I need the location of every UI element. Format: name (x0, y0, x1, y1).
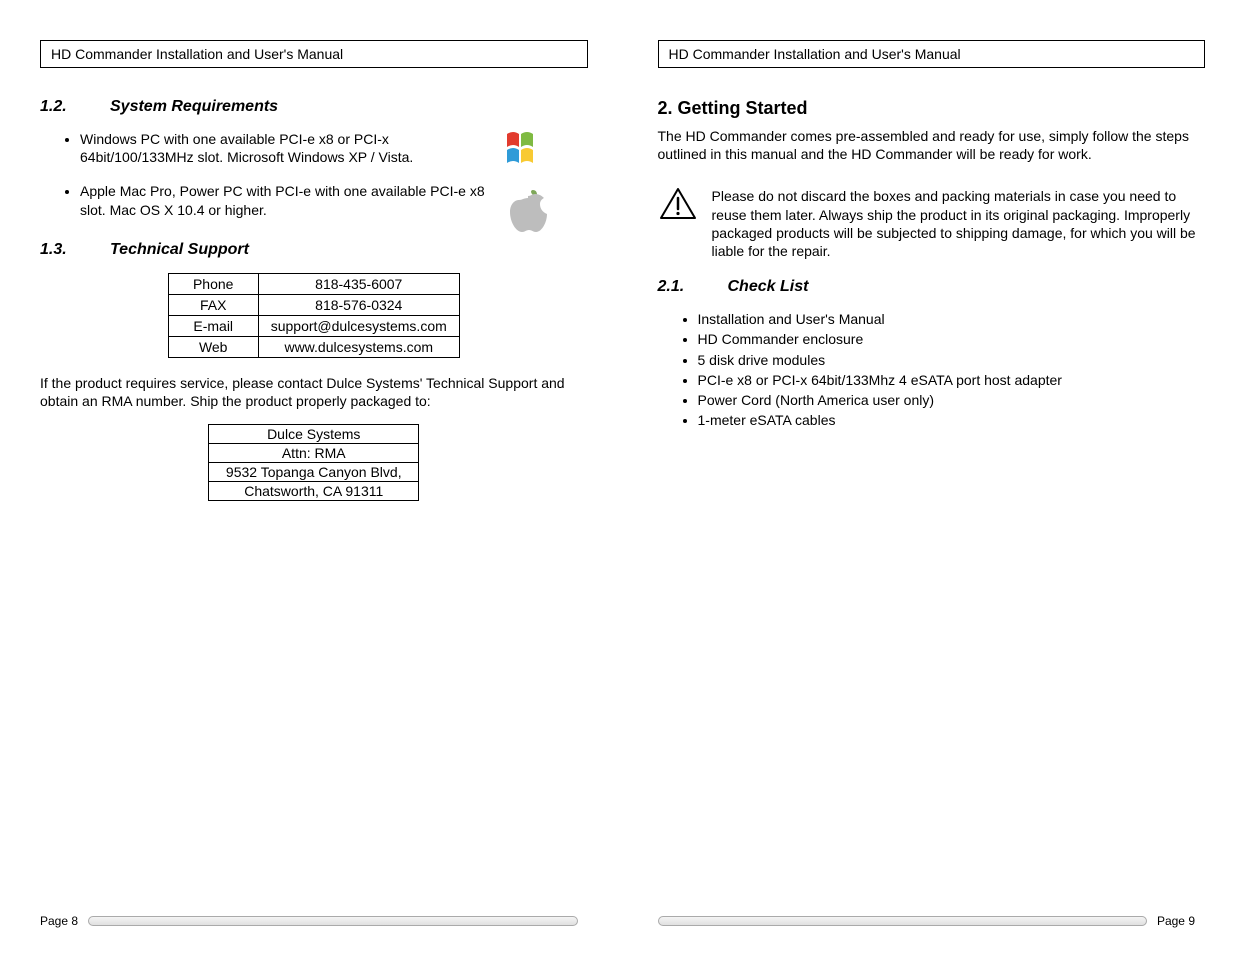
header-bar-left: HD Commander Installation and User's Man… (40, 40, 588, 68)
list-item: HD Commander enclosure (698, 330, 1206, 348)
list-item: Power Cord (North America user only) (698, 391, 1206, 409)
list-item: 1-meter eSATA cables (698, 411, 1206, 429)
os-icons-column (498, 128, 558, 234)
page-right: HD Commander Installation and User's Man… (618, 0, 1235, 954)
table-row: Dulce Systems (209, 425, 419, 444)
heading-1-2-title: System Requirements (110, 98, 278, 116)
shipping-address-table: Dulce Systems Attn: RMA 9532 Topanga Can… (208, 424, 419, 501)
table-row: E-mail support@dulcesystems.com (168, 315, 459, 336)
heading-1-2-num: 1.2. (40, 98, 110, 116)
table-row: FAX 818-576-0324 (168, 294, 459, 315)
heading-2-1-title: Check List (728, 278, 809, 296)
heading-2-1: 2.1. Check List (658, 278, 1206, 296)
address-line: Attn: RMA (209, 444, 419, 463)
page-left: HD Commander Installation and User's Man… (0, 0, 618, 954)
header-title: HD Commander Installation and User's Man… (51, 46, 343, 62)
support-label: Web (168, 336, 258, 357)
heading-2-1-num: 2.1. (658, 278, 728, 296)
table-row: Chatsworth, CA 91311 (209, 482, 419, 501)
getting-started-intro: The HD Commander comes pre-assembled and… (658, 127, 1206, 163)
support-value: support@dulcesystems.com (258, 315, 459, 336)
address-line: Dulce Systems (209, 425, 419, 444)
table-row: 9532 Topanga Canyon Blvd, (209, 463, 419, 482)
warning-callout: Please do not discard the boxes and pack… (658, 187, 1206, 260)
support-value: 818-576-0324 (258, 294, 459, 315)
apple-logo-icon (508, 188, 548, 234)
support-value: 818-435-6007 (258, 273, 459, 294)
header-title: HD Commander Installation and User's Man… (669, 46, 961, 62)
header-bar-right: HD Commander Installation and User's Man… (658, 40, 1206, 68)
list-item: PCI-e x8 or PCI-x 64bit/133Mhz 4 eSATA p… (698, 371, 1206, 389)
heading-1-3: 1.3. Technical Support (40, 241, 588, 259)
support-contact-table: Phone 818-435-6007 FAX 818-576-0324 E-ma… (168, 273, 460, 358)
windows-logo-icon (505, 128, 551, 170)
check-list: Installation and User's Manual HD Comman… (658, 310, 1206, 431)
list-item: 5 disk drive modules (698, 351, 1206, 369)
table-row: Phone 818-435-6007 (168, 273, 459, 294)
heading-1-3-num: 1.3. (40, 241, 110, 259)
rma-paragraph: If the product requires service, please … (40, 374, 588, 410)
footer-right: Page 9 (658, 914, 1196, 928)
heading-2: 2. Getting Started (658, 98, 1206, 119)
page-number: Page 9 (1157, 914, 1195, 928)
support-label: E-mail (168, 315, 258, 336)
heading-1-3-title: Technical Support (110, 241, 249, 259)
page-number: Page 8 (40, 914, 78, 928)
horizontal-scrollbar[interactable] (88, 916, 577, 926)
warning-text: Please do not discard the boxes and pack… (712, 187, 1206, 260)
footer-left: Page 8 (40, 914, 578, 928)
table-row: Web www.dulcesystems.com (168, 336, 459, 357)
address-line: Chatsworth, CA 91311 (209, 482, 419, 501)
list-item: Installation and User's Manual (698, 310, 1206, 328)
warning-triangle-icon (658, 187, 698, 221)
table-row: Attn: RMA (209, 444, 419, 463)
horizontal-scrollbar[interactable] (658, 916, 1147, 926)
support-label: Phone (168, 273, 258, 294)
heading-1-2: 1.2. System Requirements (40, 98, 588, 116)
support-value: www.dulcesystems.com (258, 336, 459, 357)
support-label: FAX (168, 294, 258, 315)
address-line: 9532 Topanga Canyon Blvd, (209, 463, 419, 482)
